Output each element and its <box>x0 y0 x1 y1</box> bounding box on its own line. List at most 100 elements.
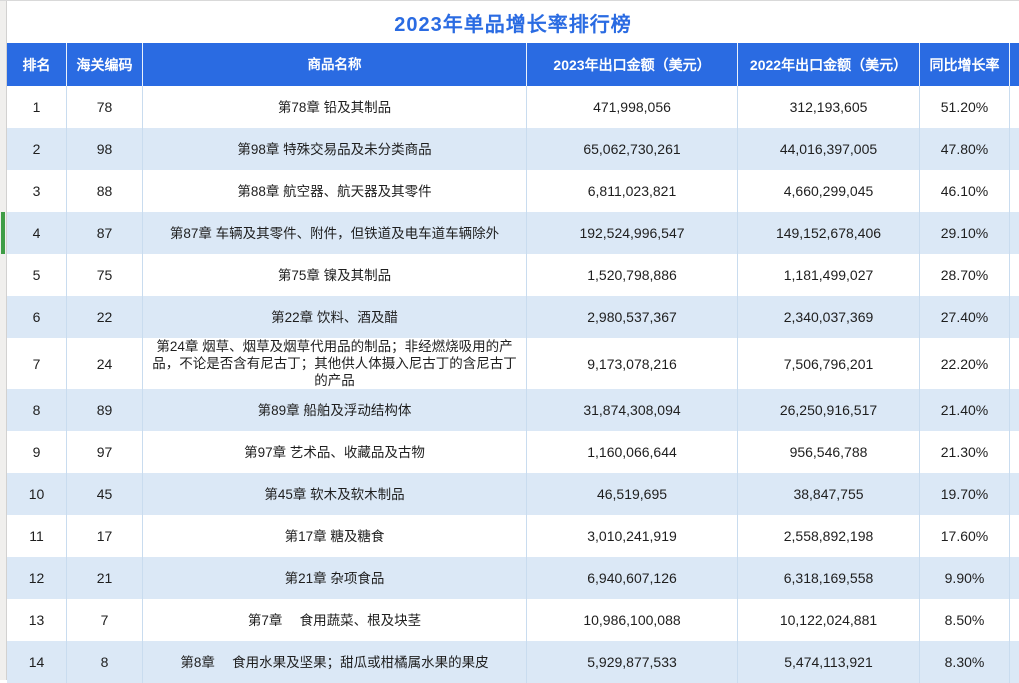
cell-product[interactable]: 第87章 车辆及其零件、附件，但铁道及电车道车辆除外 <box>143 212 527 254</box>
cell-yoy-growth[interactable]: 21.30% <box>920 431 1010 473</box>
cell-export-2022[interactable]: 2,558,892,198 <box>738 515 920 557</box>
cell-yoy-growth[interactable]: 19.70% <box>920 473 1010 515</box>
cell-export-2023[interactable]: 46,519,695 <box>527 473 738 515</box>
cell-export-2022[interactable]: 1,181,499,027 <box>738 254 920 296</box>
cell-hs-code[interactable]: 89 <box>67 389 143 431</box>
cell-hs-code[interactable]: 78 <box>67 86 143 128</box>
cell-export-2023[interactable]: 2,980,537,367 <box>527 296 738 338</box>
cell-export-2023[interactable]: 6,940,607,126 <box>527 557 738 599</box>
cell-export-2022[interactable]: 2,340,037,369 <box>738 296 920 338</box>
cell-rank[interactable]: 7 <box>7 338 67 389</box>
cell-hs-code[interactable]: 87 <box>67 212 143 254</box>
cell-export-2023[interactable]: 6,811,023,821 <box>527 170 738 212</box>
cell-yoy-growth[interactable]: 27.40% <box>920 296 1010 338</box>
table-row[interactable]: 1 78 第78章 铅及其制品 471,998,056 312,193,605 … <box>7 86 1019 128</box>
cell-hs-code[interactable]: 21 <box>67 557 143 599</box>
cell-export-2023[interactable]: 471,998,056 <box>527 86 738 128</box>
table-row[interactable]: 10 45 第45章 软木及软木制品 46,519,695 38,847,755… <box>7 473 1019 515</box>
cell-rank[interactable]: 3 <box>7 170 67 212</box>
cell-export-2023[interactable]: 1,160,066,644 <box>527 431 738 473</box>
cell-export-2022[interactable]: 956,546,788 <box>738 431 920 473</box>
cell-export-2023[interactable]: 1,520,798,886 <box>527 254 738 296</box>
table-row[interactable]: 7 24 第24章 烟草、烟草及烟草代用品的制品；非经燃烧吸用的产品，不论是否含… <box>7 338 1019 389</box>
cell-rank[interactable]: 5 <box>7 254 67 296</box>
cell-export-2022[interactable]: 149,152,678,406 <box>738 212 920 254</box>
cell-export-2022[interactable]: 26,250,916,517 <box>738 389 920 431</box>
cell-rank[interactable]: 12 <box>7 557 67 599</box>
table-row[interactable]: 4 87 第87章 车辆及其零件、附件，但铁道及电车道车辆除外 192,524,… <box>7 212 1019 254</box>
cell-export-2022[interactable]: 10,122,024,881 <box>738 599 920 641</box>
cell-export-2022[interactable]: 312,193,605 <box>738 86 920 128</box>
cell-product[interactable]: 第17章 糖及糖食 <box>143 515 527 557</box>
cell-yoy-growth[interactable]: 8.30% <box>920 641 1010 683</box>
cell-product[interactable]: 第88章 航空器、航天器及其零件 <box>143 170 527 212</box>
cell-product[interactable]: 第7章 食用蔬菜、根及块茎 <box>143 599 527 641</box>
cell-export-2022[interactable]: 7,506,796,201 <box>738 338 920 389</box>
table-row[interactable]: 6 22 第22章 饮料、酒及醋 2,980,537,367 2,340,037… <box>7 296 1019 338</box>
cell-hs-code[interactable]: 17 <box>67 515 143 557</box>
cell-export-2022[interactable]: 38,847,755 <box>738 473 920 515</box>
cell-rank[interactable]: 6 <box>7 296 67 338</box>
cell-rank[interactable]: 9 <box>7 431 67 473</box>
cell-product[interactable]: 第8章 食用水果及坚果；甜瓜或柑橘属水果的果皮 <box>143 641 527 683</box>
column-header-product[interactable]: 商品名称 <box>143 43 527 86</box>
cell-product[interactable]: 第89章 船舶及浮动结构体 <box>143 389 527 431</box>
cell-yoy-growth[interactable]: 21.40% <box>920 389 1010 431</box>
cell-product[interactable]: 第45章 软木及软木制品 <box>143 473 527 515</box>
cell-export-2023[interactable]: 9,173,078,216 <box>527 338 738 389</box>
table-row[interactable]: 13 7 第7章 食用蔬菜、根及块茎 10,986,100,088 10,122… <box>7 599 1019 641</box>
cell-rank[interactable]: 2 <box>7 128 67 170</box>
table-row[interactable]: 8 89 第89章 船舶及浮动结构体 31,874,308,094 26,250… <box>7 389 1019 431</box>
cell-export-2022[interactable]: 44,016,397,005 <box>738 128 920 170</box>
table-row[interactable]: 2 98 第98章 特殊交易品及未分类商品 65,062,730,261 44,… <box>7 128 1019 170</box>
table-row[interactable]: 14 8 第8章 食用水果及坚果；甜瓜或柑橘属水果的果皮 5,929,877,5… <box>7 641 1019 683</box>
cell-hs-code[interactable]: 24 <box>67 338 143 389</box>
cell-export-2023[interactable]: 31,874,308,094 <box>527 389 738 431</box>
cell-product[interactable]: 第78章 铅及其制品 <box>143 86 527 128</box>
cell-export-2023[interactable]: 65,062,730,261 <box>527 128 738 170</box>
cell-hs-code[interactable]: 97 <box>67 431 143 473</box>
cell-product[interactable]: 第97章 艺术品、收藏品及古物 <box>143 431 527 473</box>
cell-export-2023[interactable]: 192,524,996,547 <box>527 212 738 254</box>
cell-rank[interactable]: 8 <box>7 389 67 431</box>
column-header-export-2023[interactable]: 2023年出口金额（美元） <box>527 43 738 86</box>
cell-yoy-growth[interactable]: 9.90% <box>920 557 1010 599</box>
cell-rank[interactable]: 4 <box>7 212 67 254</box>
cell-yoy-growth[interactable]: 46.10% <box>920 170 1010 212</box>
table-row[interactable]: 5 75 第75章 镍及其制品 1,520,798,886 1,181,499,… <box>7 254 1019 296</box>
cell-hs-code[interactable]: 45 <box>67 473 143 515</box>
cell-export-2022[interactable]: 5,474,113,921 <box>738 641 920 683</box>
cell-yoy-growth[interactable]: 47.80% <box>920 128 1010 170</box>
cell-export-2022[interactable]: 6,318,169,558 <box>738 557 920 599</box>
cell-product[interactable]: 第24章 烟草、烟草及烟草代用品的制品；非经燃烧吸用的产品，不论是否含有尼古丁；… <box>143 338 527 389</box>
table-row[interactable]: 11 17 第17章 糖及糖食 3,010,241,919 2,558,892,… <box>7 515 1019 557</box>
table-row[interactable]: 12 21 第21章 杂项食品 6,940,607,126 6,318,169,… <box>7 557 1019 599</box>
table-row[interactable]: 9 97 第97章 艺术品、收藏品及古物 1,160,066,644 956,5… <box>7 431 1019 473</box>
cell-hs-code[interactable]: 7 <box>67 599 143 641</box>
cell-hs-code[interactable]: 75 <box>67 254 143 296</box>
cell-export-2023[interactable]: 5,929,877,533 <box>527 641 738 683</box>
cell-yoy-growth[interactable]: 22.20% <box>920 338 1010 389</box>
column-header-yoy-growth[interactable]: 同比增长率 <box>920 43 1010 86</box>
cell-hs-code[interactable]: 88 <box>67 170 143 212</box>
cell-hs-code[interactable]: 22 <box>67 296 143 338</box>
cell-product[interactable]: 第22章 饮料、酒及醋 <box>143 296 527 338</box>
cell-yoy-growth[interactable]: 8.50% <box>920 599 1010 641</box>
cell-product[interactable]: 第21章 杂项食品 <box>143 557 527 599</box>
column-header-export-2022[interactable]: 2022年出口金额（美元） <box>738 43 920 86</box>
cell-rank[interactable]: 14 <box>7 641 67 683</box>
cell-export-2023[interactable]: 10,986,100,088 <box>527 599 738 641</box>
column-header-rank[interactable]: 排名 <box>7 43 67 86</box>
cell-rank[interactable]: 13 <box>7 599 67 641</box>
cell-rank[interactable]: 1 <box>7 86 67 128</box>
cell-hs-code[interactable]: 98 <box>67 128 143 170</box>
column-header-hs-code[interactable]: 海关编码 <box>67 43 143 86</box>
cell-export-2022[interactable]: 4,660,299,045 <box>738 170 920 212</box>
table-row[interactable]: 3 88 第88章 航空器、航天器及其零件 6,811,023,821 4,66… <box>7 170 1019 212</box>
cell-rank[interactable]: 11 <box>7 515 67 557</box>
cell-rank[interactable]: 10 <box>7 473 67 515</box>
cell-hs-code[interactable]: 8 <box>67 641 143 683</box>
cell-yoy-growth[interactable]: 29.10% <box>920 212 1010 254</box>
cell-yoy-growth[interactable]: 28.70% <box>920 254 1010 296</box>
cell-product[interactable]: 第98章 特殊交易品及未分类商品 <box>143 128 527 170</box>
